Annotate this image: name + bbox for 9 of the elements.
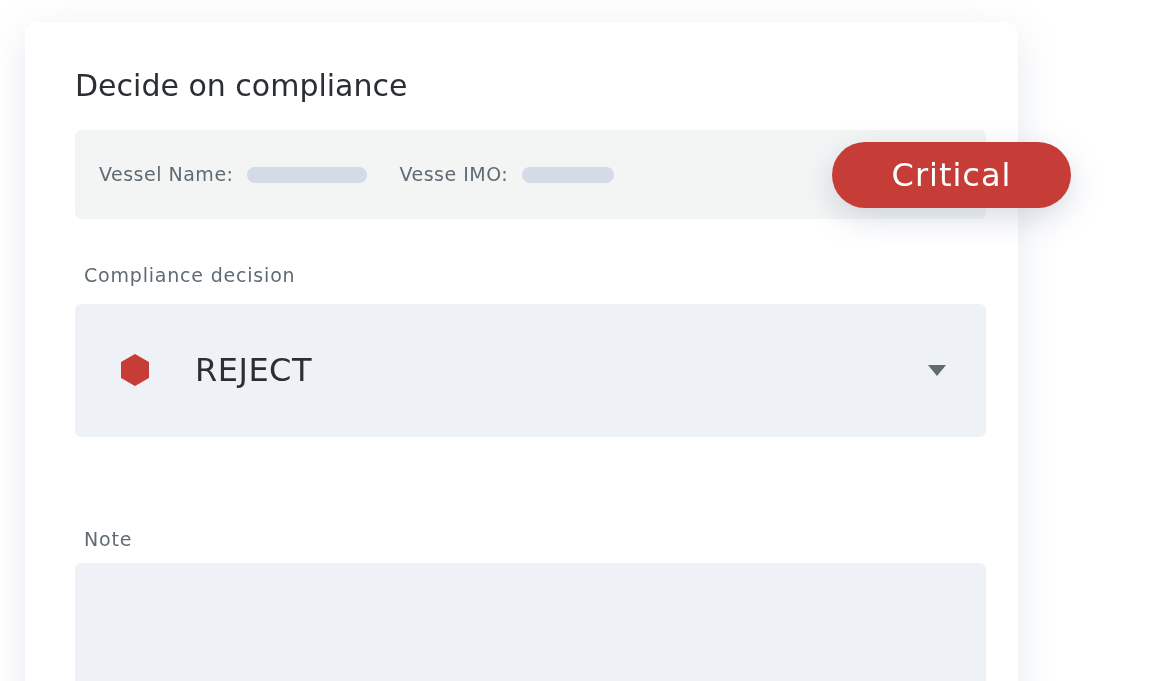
severity-badge: Critical <box>832 142 1071 208</box>
decision-dropdown[interactable]: REJECT <box>75 303 986 437</box>
field-label: Vesse IMO: <box>399 162 509 188</box>
hexagon-icon <box>119 354 151 387</box>
caret-icon <box>928 364 946 376</box>
field-label: Vessel Name: <box>99 162 234 188</box>
card-title: Decide on compliance <box>75 67 408 105</box>
decision-label: Compliance decision <box>84 263 296 289</box>
note-label: Note <box>84 526 133 552</box>
